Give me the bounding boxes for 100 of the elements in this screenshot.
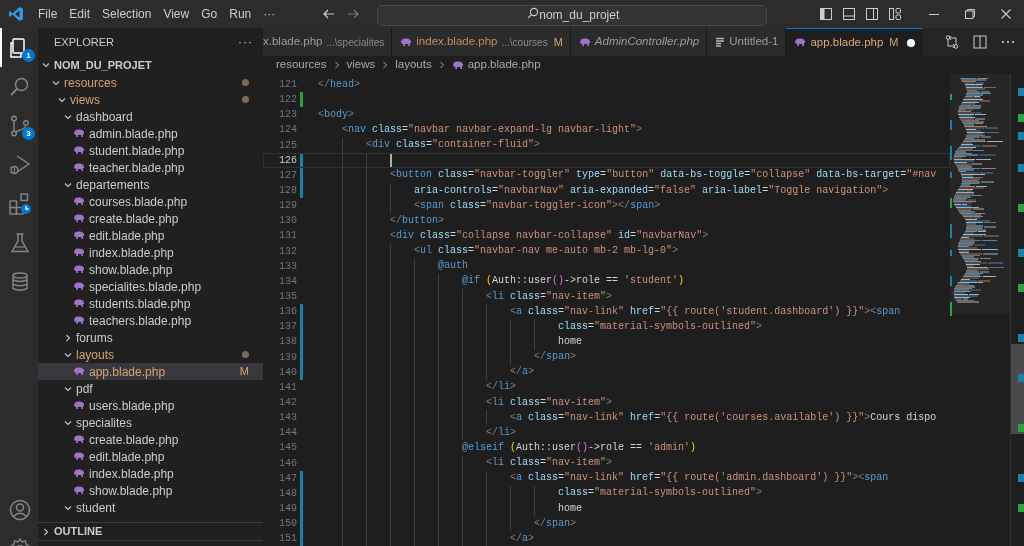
code-line: <div class="container-fluid"> <box>365 140 541 151</box>
notification-badge: 3 <box>22 127 35 140</box>
code-line: </head> <box>318 79 361 90</box>
code-line: @elseif (Auth::user()->role == 'admin') <box>461 442 697 453</box>
line-number: 149 <box>278 502 297 516</box>
tree-item[interactable]: index.blade.php <box>38 465 263 482</box>
tree-item[interactable]: departements <box>38 176 263 193</box>
tree-item[interactable]: create.blade.php <box>38 431 263 448</box>
code-line: <nav class="navbar navbar-expand-lg navbar-light"> <box>341 125 643 135</box>
code-line: </span> <box>533 352 577 363</box>
tree-item[interactable]: show.blade.php <box>38 261 263 278</box>
line-number: 141 <box>278 380 297 395</box>
code-line: home <box>557 336 583 347</box>
menu-item[interactable]: File <box>33 3 63 25</box>
tree-item[interactable]: layouts <box>38 346 263 363</box>
tree-item[interactable]: dashboard <box>38 108 263 125</box>
editor-tab[interactable]: Untitled-1 <box>707 28 787 56</box>
line-number: 140 <box>278 365 297 380</box>
line-number: 124 <box>278 123 297 138</box>
tree-item[interactable]: views <box>38 91 263 108</box>
section-header[interactable]: NOM_DU_PROJET <box>38 56 263 74</box>
menu-item[interactable]: Edit <box>64 3 96 25</box>
code-line: class="material-symbols-outlined"> <box>557 321 763 332</box>
line-number: 148 <box>278 486 297 501</box>
breadcrumb-item[interactable]: app.blade.php <box>451 56 541 74</box>
line-number: 139 <box>278 350 297 365</box>
tree-item[interactable]: students.blade.php <box>38 295 263 312</box>
breadcrumb-item[interactable]: resources <box>276 56 327 74</box>
tree-item[interactable]: create.blade.php <box>38 210 263 227</box>
editor-tab[interactable]: AdminController.php <box>570 28 708 56</box>
tree-item[interactable]: resources <box>38 74 263 91</box>
code-line: <li class="nav-item"> <box>485 397 613 408</box>
menu-item[interactable]: Run <box>224 3 257 25</box>
line-number: 134 <box>278 274 297 289</box>
tree-item[interactable]: edit.blade.php <box>38 227 263 244</box>
menu-item[interactable]: View <box>158 3 195 25</box>
line-number: 122 <box>278 93 297 108</box>
line-number: 151 <box>278 532 297 546</box>
tree-item[interactable]: edit.blade.php <box>38 448 263 465</box>
code-line: </li> <box>485 382 517 393</box>
section-header[interactable]: OUTLINE <box>38 522 263 540</box>
editor-tab[interactable]: x.blade.php ...\specialites <box>263 28 393 56</box>
code-line: <body> <box>318 109 355 120</box>
line-number: 147 <box>278 471 297 486</box>
line-number: 127 <box>278 168 297 183</box>
line-number: 145 <box>278 441 297 456</box>
tree-item[interactable]: specialites <box>38 414 263 431</box>
tree-item[interactable]: forums <box>38 329 263 346</box>
line-number: 150 <box>278 517 297 532</box>
line-number: 129 <box>278 199 297 214</box>
editor-tab[interactable]: index.blade.php ...\courses M <box>392 28 571 56</box>
line-number: 126 <box>278 153 297 168</box>
code-line: </li> <box>485 427 517 438</box>
tree-item[interactable]: specialites.blade.php <box>38 278 263 295</box>
line-number: 143 <box>278 411 297 426</box>
code-line: class="material-symbols-outlined"> <box>557 488 763 499</box>
code-line: <button class="navbar-toggler" type="button" data-bs-toggle="collapse" data-bs-target="#nav <box>389 170 937 181</box>
tree-item[interactable]: pdf <box>38 380 263 397</box>
code-line: <ul class="navbar-nav me-auto mb-2 mb-lg-0"> <box>413 246 679 257</box>
tree-item[interactable]: admin.blade.php <box>38 125 263 142</box>
notification-badge: 1 <box>22 49 35 62</box>
menu-item[interactable]: ··· <box>258 3 281 25</box>
tree-item[interactable]: users.blade.php <box>38 397 263 414</box>
code-line: </a> <box>509 533 535 544</box>
code-line: </button> <box>389 215 445 226</box>
code-line: @auth <box>437 261 469 272</box>
more-actions-button[interactable]: ··· <box>238 33 253 51</box>
menu-item[interactable]: Selection <box>97 3 157 25</box>
activity-bar-button[interactable]: 3 <box>0 106 38 145</box>
line-number: 125 <box>278 138 297 153</box>
code-line: <div class="collapse navbar-collapse" id="navbarNav"> <box>389 230 709 241</box>
menu-item[interactable]: Go <box>196 3 223 25</box>
tree-item[interactable]: teachers.blade.php <box>38 312 263 329</box>
line-number: 131 <box>278 229 297 244</box>
tree-item[interactable]: app.blade.php M <box>38 363 263 380</box>
code-line: <li class="nav-item"> <box>485 291 613 302</box>
line-number: 142 <box>278 396 297 410</box>
line-number: 133 <box>278 259 297 274</box>
tree-item[interactable]: show.blade.php <box>38 482 263 499</box>
tree-item[interactable]: teacher.blade.php <box>38 159 263 176</box>
code-line: </a> <box>509 367 535 378</box>
tree-item[interactable]: student.blade.php <box>38 142 263 159</box>
code-line: <span class="navbar-toggler-icon"></span> <box>413 200 661 211</box>
code-line: <li class="nav-item"> <box>485 458 613 469</box>
tree-item[interactable]: index.blade.php <box>38 244 263 261</box>
line-number: 146 <box>278 456 297 471</box>
tree-item[interactable]: courses.blade.php <box>38 193 263 210</box>
search-field[interactable]: nom_du_projet <box>377 4 768 26</box>
code-line: <a class="nav-link" href="{{ route('student.dashboard') }}"><span <box>509 306 901 317</box>
editor-tab[interactable]: app.blade.php M <box>786 28 923 56</box>
breadcrumb-item[interactable]: views <box>346 56 376 74</box>
code-line: @if (Auth::user()->role == 'student') <box>461 276 685 287</box>
line-number: 132 <box>278 244 297 259</box>
tree-item[interactable]: student <box>38 499 263 516</box>
code-line: home <box>557 503 583 514</box>
line-number: 128 <box>278 184 297 199</box>
breadcrumb-item[interactable]: layouts <box>395 56 432 74</box>
line-number: 130 <box>278 214 297 229</box>
code-line: <a class="nav-link" href="{{ route('courses.available') }}">Cours dispo <box>509 412 937 423</box>
code-line: aria-controls="navbarNav" aria-expanded="false" aria-label="Toggle navigation"> <box>413 185 889 196</box>
